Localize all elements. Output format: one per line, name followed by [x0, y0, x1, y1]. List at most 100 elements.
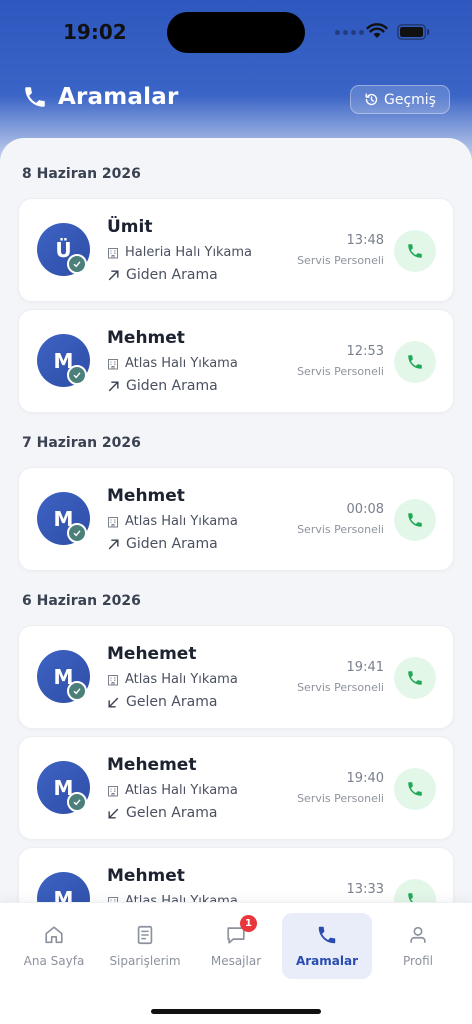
- call-time: 12:53: [346, 344, 384, 359]
- tab-label: Ana Sayfa: [23, 954, 85, 968]
- call-item[interactable]: M Mehmet Atlas Halı Yıkama Giden Arama 0…: [18, 467, 454, 571]
- wifi-icon: [366, 23, 388, 38]
- call-button[interactable]: [394, 341, 436, 383]
- contact-name: Mehemet: [107, 644, 197, 664]
- status-time: 19:02: [63, 20, 127, 44]
- tab-label: Mesajlar: [210, 954, 262, 968]
- call-direction-label: Giden Arama: [126, 536, 218, 552]
- verified-badge-icon: [67, 792, 87, 812]
- verified-badge-icon: [67, 365, 87, 385]
- verified-badge-icon: [67, 681, 87, 701]
- call-direction: Gelen Arama: [107, 694, 217, 710]
- phone-icon: [408, 671, 422, 685]
- unread-badge: 1: [240, 915, 257, 932]
- call-button[interactable]: [394, 499, 436, 541]
- verified-badge-icon: [67, 523, 87, 543]
- contact-name: Mehmet: [107, 486, 185, 506]
- outgoing-arrow-icon: [108, 380, 119, 391]
- phone-icon: [25, 87, 45, 107]
- contact-role: Servis Personeli: [297, 681, 384, 694]
- call-item[interactable]: M Mehemet Atlas Halı Yıkama Gelen Arama …: [18, 736, 454, 840]
- company-row: Haleria Halı Yıkama: [107, 245, 252, 260]
- tab-home[interactable]: Ana Sayfa: [9, 913, 99, 979]
- call-item[interactable]: M Mehmet Atlas Halı Yıkama 13:33: [18, 847, 454, 908]
- history-button[interactable]: Geçmiş: [350, 85, 450, 114]
- phone-icon: [408, 355, 422, 369]
- history-icon: [365, 93, 378, 106]
- date-header: 8 Haziran 2026: [22, 166, 141, 182]
- contact-role: Servis Personeli: [297, 365, 384, 378]
- company-row: Atlas Halı Yıkama: [107, 672, 238, 687]
- date-header: 6 Haziran 2026: [22, 593, 141, 609]
- contact-role: Servis Personeli: [297, 792, 384, 805]
- company-name: Atlas Halı Yıkama: [125, 672, 238, 687]
- call-direction-label: Giden Arama: [126, 378, 218, 394]
- page-header: Aramalar: [22, 84, 179, 110]
- company-name: Atlas Halı Yıkama: [125, 514, 238, 529]
- building-icon: [108, 358, 118, 369]
- call-direction-label: Gelen Arama: [126, 805, 218, 821]
- date-header: 7 Haziran 2026: [22, 435, 141, 451]
- tab-messages[interactable]: 1 Mesajlar: [191, 913, 281, 979]
- company-row: Atlas Halı Yıkama: [107, 356, 238, 371]
- tab-label: Siparişlerim: [109, 954, 181, 968]
- contact-name: Mehemet: [107, 755, 197, 775]
- call-button[interactable]: [394, 768, 436, 810]
- call-button[interactable]: [394, 230, 436, 272]
- tab-orders[interactable]: Siparişlerim: [100, 913, 190, 979]
- call-time: 19:40: [346, 771, 384, 786]
- company-row: Atlas Halı Yıkama: [107, 514, 238, 529]
- contact-role: Servis Personeli: [297, 254, 384, 267]
- call-direction-label: Giden Arama: [126, 267, 218, 283]
- building-icon: [108, 674, 118, 685]
- phone-icon: [408, 244, 422, 258]
- tab-calls[interactable]: Aramalar: [282, 913, 372, 979]
- calls-list[interactable]: 8 Haziran 2026 Ü Ümit Haleria Halı Yıkam…: [0, 138, 472, 908]
- profile-icon: [410, 926, 426, 943]
- status-bar: 19:02: [0, 0, 472, 64]
- phone-icon: [408, 782, 422, 796]
- outgoing-arrow-icon: [108, 538, 119, 549]
- verified-badge-icon: [67, 254, 87, 274]
- contact-name: Mehmet: [107, 866, 185, 886]
- home-icon: [45, 926, 63, 944]
- call-direction: Giden Arama: [107, 536, 218, 552]
- call-time: 00:08: [346, 502, 384, 517]
- tab-label: Profil: [403, 954, 433, 968]
- phone-icon: [408, 513, 422, 527]
- dynamic-island: [167, 12, 305, 53]
- incoming-arrow-icon: [108, 697, 119, 708]
- bottom-tab-bar: Ana Sayfa Siparişlerim 1 Mesajlar Aramal…: [0, 902, 472, 1024]
- call-direction-label: Gelen Arama: [126, 694, 218, 710]
- tab-label: Aramalar: [295, 954, 359, 968]
- call-direction: Gelen Arama: [107, 805, 217, 821]
- call-direction: Giden Arama: [107, 267, 218, 283]
- tab-profile[interactable]: Profil: [373, 913, 463, 979]
- history-label: Geçmiş: [384, 91, 436, 108]
- call-item[interactable]: Ü Ümit Haleria Halı Yıkama Giden Arama 1…: [18, 198, 454, 302]
- cellular-signal-icon: [335, 30, 364, 35]
- call-item[interactable]: M Mehmet Atlas Halı Yıkama Giden Arama 1…: [18, 309, 454, 413]
- company-name: Atlas Halı Yıkama: [125, 783, 238, 798]
- call-time: 13:33: [346, 882, 384, 897]
- contact-role: Servis Personeli: [297, 523, 384, 536]
- phone-icon: [318, 926, 336, 944]
- contact-name: Mehmet: [107, 328, 185, 348]
- company-name: Haleria Halı Yıkama: [125, 245, 252, 260]
- building-icon: [108, 516, 118, 527]
- call-button[interactable]: [394, 657, 436, 699]
- company-name: Atlas Halı Yıkama: [125, 356, 238, 371]
- battery-icon: [397, 24, 430, 40]
- call-item[interactable]: M Mehemet Atlas Halı Yıkama Gelen Arama …: [18, 625, 454, 729]
- outgoing-arrow-icon: [108, 269, 119, 280]
- home-indicator: [151, 1009, 321, 1014]
- building-icon: [108, 247, 118, 258]
- orders-icon: [137, 925, 153, 945]
- call-time: 13:48: [346, 233, 384, 248]
- company-row: Atlas Halı Yıkama: [107, 783, 238, 798]
- call-time: 19:41: [346, 660, 384, 675]
- contact-name: Ümit: [107, 217, 153, 237]
- page-title: Aramalar: [58, 84, 179, 110]
- building-icon: [108, 785, 118, 796]
- call-direction: Giden Arama: [107, 378, 218, 394]
